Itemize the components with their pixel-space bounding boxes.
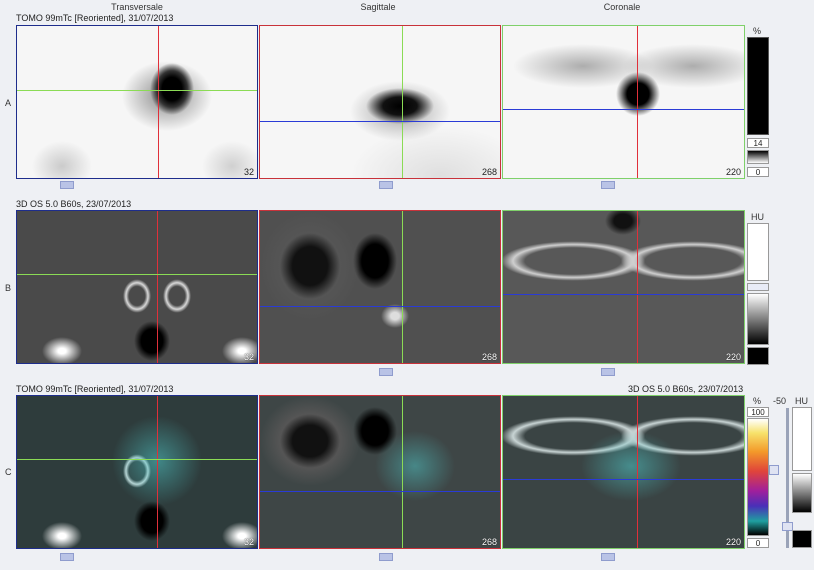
crosshair-horizontal[interactable] bbox=[17, 459, 257, 460]
scale-c-max[interactable]: 100 bbox=[747, 407, 769, 417]
crosshair-vertical[interactable] bbox=[637, 211, 638, 363]
crosshair-horizontal[interactable] bbox=[503, 109, 744, 110]
row-c-label: C bbox=[5, 467, 12, 477]
scale-c-hu-top bbox=[792, 407, 812, 471]
scale-c-min[interactable]: 0 bbox=[747, 538, 769, 548]
scroll-handle-c-coronale[interactable] bbox=[601, 553, 615, 561]
crosshair-horizontal[interactable] bbox=[260, 491, 500, 492]
crosshair-horizontal[interactable] bbox=[17, 90, 257, 91]
viewport-b-sagittale[interactable]: 268 bbox=[259, 210, 501, 364]
slice-number: 268 bbox=[481, 167, 497, 177]
viewport-a-coronale[interactable]: 220 bbox=[502, 25, 745, 179]
colorbar-grayscale-icon[interactable] bbox=[747, 293, 769, 345]
scroll-handle-b-coronale[interactable] bbox=[601, 368, 615, 376]
crosshair-horizontal[interactable] bbox=[260, 306, 500, 307]
crosshair-horizontal[interactable] bbox=[17, 274, 257, 275]
row-b-title: 3D OS 5.0 B60s, 23/07/2013 bbox=[16, 199, 132, 209]
row-c-title: TOMO 99mTc [Reoriented], 31/07/2013 bbox=[16, 384, 174, 394]
scale-a-unit: % bbox=[753, 26, 762, 36]
viewport-c-coronale[interactable]: 220 bbox=[502, 395, 745, 549]
row-c-title-right: 3D OS 5.0 B60s, 23/07/2013 bbox=[628, 384, 744, 394]
slice-number: 220 bbox=[725, 352, 741, 362]
scroll-handle-a-coronale[interactable] bbox=[601, 181, 615, 189]
slice-number: 32 bbox=[243, 352, 254, 362]
row-a-title: TOMO 99mTc [Reoriented], 31/07/2013 bbox=[16, 13, 174, 23]
colorbar-nuclear-icon bbox=[747, 37, 769, 135]
scale-c-hu: HU bbox=[795, 396, 808, 406]
scale-b-handle[interactable] bbox=[747, 283, 769, 291]
viewport-a-transversale[interactable]: 32 bbox=[16, 25, 258, 179]
scale-c-extra-unit: -50 bbox=[773, 396, 787, 406]
colorbar-fusion-handle[interactable] bbox=[769, 465, 779, 475]
crosshair-vertical[interactable] bbox=[402, 26, 403, 178]
crosshair-vertical[interactable] bbox=[402, 211, 403, 363]
viewport-a-sagittale[interactable]: 268 bbox=[259, 25, 501, 179]
crosshair-horizontal[interactable] bbox=[260, 121, 500, 122]
slice-number: 32 bbox=[243, 537, 254, 547]
scale-a-min[interactable]: 0 bbox=[747, 167, 769, 177]
scroll-handle-a-transversale[interactable] bbox=[60, 181, 74, 189]
scale-b-unit: HU bbox=[751, 212, 764, 222]
scale-b-bottom bbox=[747, 347, 769, 365]
scale-c-hu-bottom bbox=[792, 530, 812, 548]
crosshair-vertical[interactable] bbox=[157, 396, 158, 548]
slice-number: 268 bbox=[481, 537, 497, 547]
scale-a-value[interactable]: 14 bbox=[747, 138, 769, 148]
scroll-handle-c-sagittale[interactable] bbox=[379, 553, 393, 561]
slice-number: 220 bbox=[725, 167, 741, 177]
crosshair-vertical[interactable] bbox=[158, 26, 159, 178]
column-header-transversale: Transversale bbox=[111, 2, 163, 12]
slice-number: 220 bbox=[725, 537, 741, 547]
crosshair-vertical[interactable] bbox=[157, 211, 158, 363]
scroll-handle-c-transversale[interactable] bbox=[60, 553, 74, 561]
slice-number: 268 bbox=[481, 352, 497, 362]
crosshair-vertical[interactable] bbox=[637, 396, 638, 548]
colorbar-fusion-icon bbox=[747, 418, 769, 536]
colorbar-hu-icon[interactable] bbox=[792, 473, 812, 513]
viewport-b-transversale[interactable]: 32 bbox=[16, 210, 258, 364]
crosshair-vertical[interactable] bbox=[402, 396, 403, 548]
viewport-c-sagittale[interactable]: 268 bbox=[259, 395, 501, 549]
column-header-coronale: Coronale bbox=[603, 2, 641, 12]
row-a-label: A bbox=[5, 98, 12, 108]
row-b-label: B bbox=[5, 283, 12, 293]
viewport-c-transversale[interactable]: 32 bbox=[16, 395, 258, 549]
scale-b-top bbox=[747, 223, 769, 281]
crosshair-vertical[interactable] bbox=[637, 26, 638, 178]
slice-number: 32 bbox=[243, 167, 254, 177]
crosshair-horizontal[interactable] bbox=[503, 294, 744, 295]
crosshair-horizontal[interactable] bbox=[503, 479, 744, 480]
column-header-sagittale: Sagittale bbox=[360, 2, 396, 12]
scale-c-unit: % bbox=[753, 396, 762, 406]
scroll-handle-b-sagittale[interactable] bbox=[379, 368, 393, 376]
scroll-handle-a-sagittale[interactable] bbox=[379, 181, 393, 189]
viewport-b-coronale[interactable]: 220 bbox=[502, 210, 745, 364]
colorbar-window-icon[interactable] bbox=[747, 150, 769, 164]
